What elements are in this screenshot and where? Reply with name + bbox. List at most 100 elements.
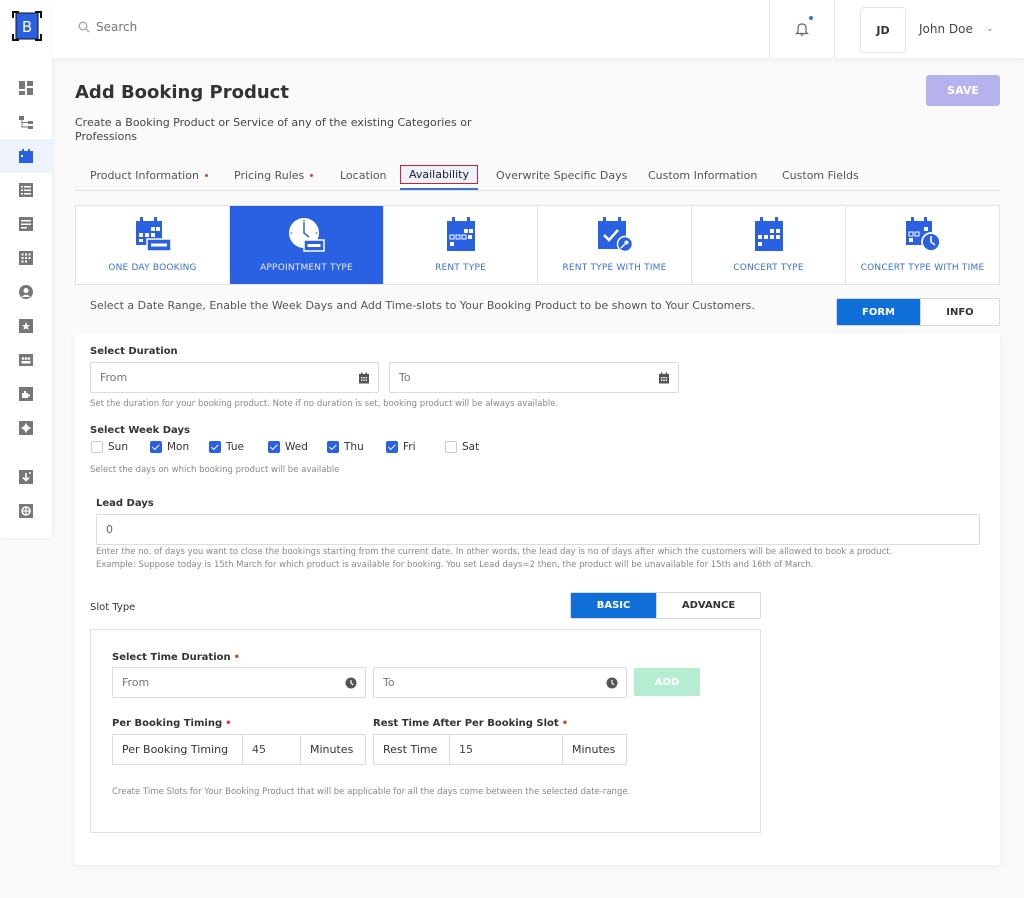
day-sat-checkbox[interactable]: Sat	[445, 441, 479, 453]
chevron-down-icon[interactable]: ⌄	[986, 24, 994, 34]
sidebar-item-favorites[interactable]	[0, 309, 52, 343]
sidebar-item-document[interactable]	[0, 207, 52, 241]
checkbox[interactable]	[386, 441, 398, 453]
checkbox[interactable]	[150, 441, 162, 453]
sidebar-item-booking-calendar[interactable]	[0, 139, 52, 173]
user-name[interactable]: John Doe	[919, 22, 973, 36]
lead-days-label: Lead Days	[96, 498, 154, 509]
sidebar-item-import[interactable]	[0, 460, 52, 494]
notifications-button[interactable]	[769, 0, 835, 58]
sidebar-item-hierarchy[interactable]	[0, 105, 52, 139]
type-rent[interactable]: RENT TYPE	[384, 206, 538, 284]
document-icon	[19, 217, 33, 231]
checkbox[interactable]	[209, 441, 221, 453]
per-booking-label: Per Booking Timing •	[112, 718, 232, 729]
type-label: RENT TYPE WITH TIME	[562, 263, 667, 273]
per-booking-input[interactable]	[252, 743, 291, 756]
info-view-button[interactable]: INFO	[919, 299, 999, 325]
calendar-grid-icon	[754, 217, 783, 251]
sidebar-item-settings[interactable]	[0, 411, 52, 445]
tab-label: Custom Information	[648, 168, 758, 182]
sidebar-item-plugins[interactable]	[0, 377, 52, 411]
time-to-input[interactable]	[383, 676, 617, 689]
type-concert[interactable]: CONCERT TYPE	[692, 206, 846, 284]
notification-badge	[808, 15, 814, 21]
grid-icon	[19, 251, 33, 265]
time-to-field[interactable]	[373, 667, 627, 698]
calendar-icon[interactable]	[358, 372, 370, 384]
day-wed-checkbox[interactable]: Wed	[268, 441, 308, 453]
svg-text:B: B	[22, 18, 32, 36]
day-thu-checkbox[interactable]: Thu	[327, 441, 364, 453]
day-mon-checkbox[interactable]: Mon	[150, 441, 189, 453]
type-label: RENT TYPE	[435, 263, 486, 273]
search-box[interactable]	[78, 20, 296, 34]
rest-time-input[interactable]	[459, 743, 553, 756]
tab-availability[interactable]: Availability	[400, 160, 478, 190]
rest-time-prefix: Rest Time	[374, 735, 450, 764]
save-button[interactable]: SAVE	[926, 75, 1000, 106]
search-input[interactable]	[96, 20, 296, 34]
required-dot: •	[233, 652, 241, 663]
rest-time-input-group: Rest Time Minutes	[373, 734, 627, 765]
day-sun-checkbox[interactable]: Sun	[91, 441, 128, 453]
rest-time-label: Rest Time After Per Booking Slot •	[373, 718, 568, 729]
day-label: Sun	[108, 441, 128, 453]
tab-custom-fields[interactable]: Custom Fields	[782, 160, 859, 190]
clock-icon[interactable]	[345, 677, 357, 689]
per-booking-value-cell[interactable]	[243, 735, 301, 764]
sidebar-item-team[interactable]	[0, 343, 52, 377]
tab-label: Custom Fields	[782, 168, 859, 182]
type-appointment[interactable]: APPOINTMENT TYPE	[230, 206, 384, 284]
duration-to-field[interactable]	[389, 362, 679, 393]
avatar[interactable]: JD	[860, 7, 906, 53]
calendar-icon[interactable]	[658, 372, 670, 384]
tab-location[interactable]: Location	[340, 160, 387, 190]
product-tabs: Product Information Pricing Rules Locati…	[75, 160, 1000, 191]
top-bar: JD John Doe ⌄	[52, 0, 1024, 58]
tab-overwrite-specific-days[interactable]: Overwrite Specific Days	[496, 160, 627, 190]
checkbox[interactable]	[327, 441, 339, 453]
day-fri-checkbox[interactable]: Fri	[386, 441, 416, 453]
form-view-button[interactable]: FORM	[837, 299, 920, 325]
type-concert-with-time[interactable]: CONCERT TYPE WITH TIME	[846, 206, 999, 284]
add-slot-button[interactable]: ADD	[634, 668, 700, 696]
time-from-input[interactable]	[122, 676, 356, 689]
required-dot: •	[225, 718, 232, 729]
duration-from-input[interactable]	[100, 371, 369, 384]
tab-custom-information[interactable]: Custom Information	[648, 160, 757, 190]
day-tue-checkbox[interactable]: Tue	[209, 441, 244, 453]
rest-time-value-cell[interactable]	[450, 735, 563, 764]
time-from-field[interactable]	[112, 667, 366, 698]
tab-label: Location	[340, 168, 387, 182]
lead-days-help-1: Enter the no. of days you want to close …	[96, 547, 893, 557]
sidebar-item-support[interactable]	[0, 494, 52, 528]
calendar-clock-icon	[905, 217, 941, 252]
tab-pricing-rules[interactable]: Pricing Rules	[234, 160, 314, 190]
duration-to-input[interactable]	[399, 371, 669, 384]
sidebar-item-user[interactable]	[0, 275, 52, 309]
sidebar: B	[0, 0, 52, 538]
checkbox[interactable]	[445, 441, 457, 453]
sidebar-item-list[interactable]	[0, 173, 52, 207]
slot-advance-button[interactable]: ADVANCE	[656, 593, 760, 618]
type-rent-with-time[interactable]: RENT TYPE WITH TIME	[538, 206, 692, 284]
week-days-label: Select Week Days	[90, 425, 190, 436]
sidebar-item-grid[interactable]	[0, 241, 52, 275]
app-logo[interactable]: B	[9, 8, 45, 44]
time-duration-label-text: Select Time Duration	[112, 652, 231, 663]
checkbox[interactable]	[268, 441, 280, 453]
slot-basic-button[interactable]: BASIC	[571, 593, 657, 618]
type-label: APPOINTMENT TYPE	[260, 263, 353, 273]
lead-days-field[interactable]	[96, 514, 980, 545]
type-one-day-booking[interactable]: ONE DAY BOOKING	[76, 206, 230, 284]
dashboard-icon	[19, 81, 33, 95]
sidebar-item-dashboard[interactable]	[0, 71, 52, 105]
checkbox[interactable]	[91, 441, 103, 453]
duration-from-field[interactable]	[90, 362, 379, 393]
duration-label: Select Duration	[90, 346, 178, 357]
lead-days-input[interactable]	[106, 523, 970, 536]
day-label: Thu	[344, 441, 364, 453]
clock-icon[interactable]	[606, 677, 618, 689]
tab-product-information[interactable]: Product Information	[90, 160, 208, 190]
